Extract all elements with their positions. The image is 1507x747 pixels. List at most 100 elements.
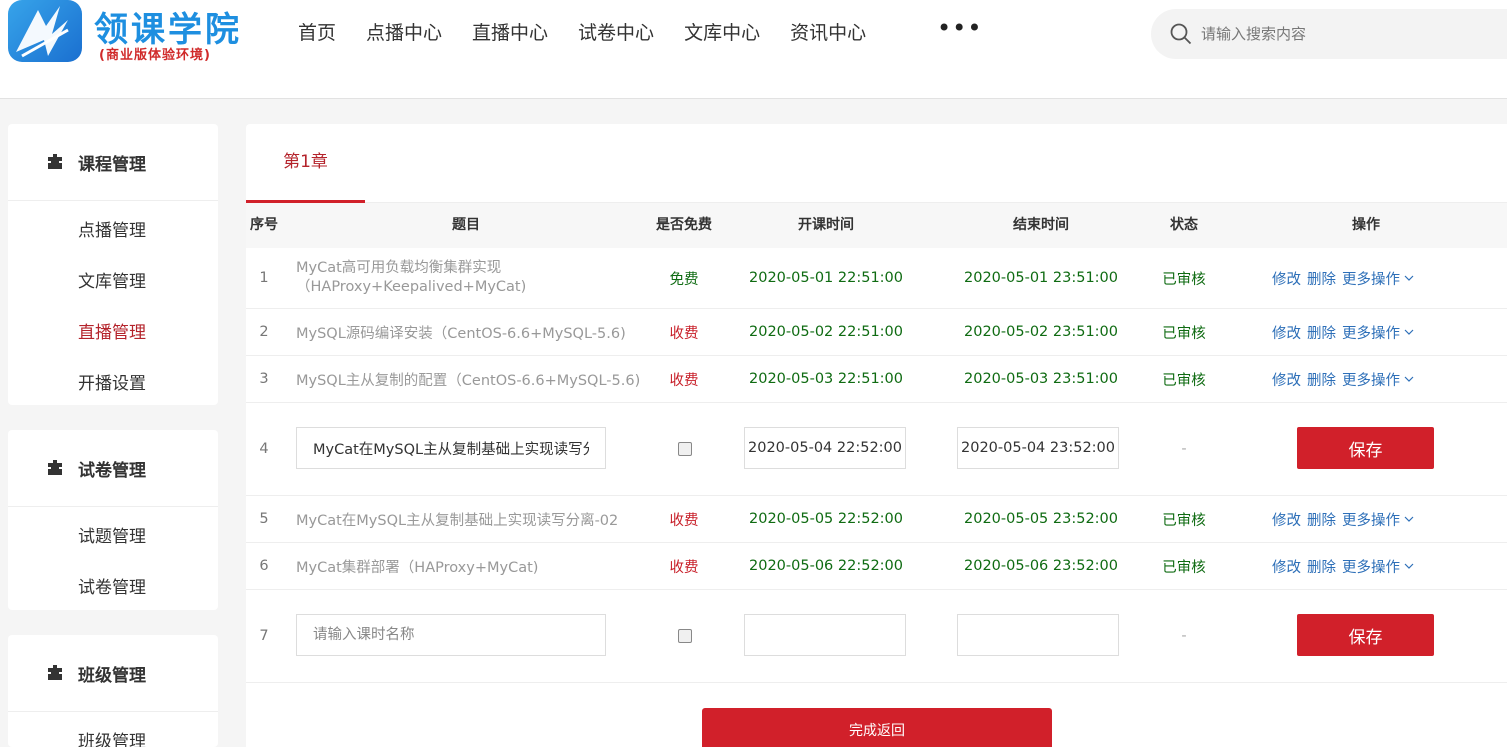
row-status: - [1181, 628, 1187, 644]
more-ops-link[interactable]: 更多操作 [1342, 369, 1400, 390]
table-header: 序号 题目 是否免费 开课时间 结束时间 状态 操作 [246, 203, 1507, 248]
edit-link[interactable]: 修改 [1272, 509, 1301, 530]
edit-link[interactable]: 修改 [1272, 369, 1301, 390]
row-free-badge: 收费 [669, 372, 699, 389]
search-input[interactable] [1201, 21, 1491, 47]
row-free-badge: 收费 [669, 512, 699, 529]
chapter-panel: 第1章 序号 题目 是否免费 开课时间 结束时间 状态 操作 1 MyCat高可… [246, 124, 1507, 747]
puzzle-icon [48, 154, 62, 169]
table-row: 6 MyCat集群部署（HAProxy+MyCat) 收费 2020-05-06… [246, 543, 1507, 590]
search-icon[interactable] [1170, 23, 1192, 45]
more-ops-link[interactable]: 更多操作 [1342, 322, 1400, 343]
delete-link[interactable]: 删除 [1307, 268, 1336, 289]
main-nav: 首页 点播中心 直播中心 试卷中心 文库中心 资讯中心 [298, 18, 896, 46]
row-index: 3 [259, 371, 269, 387]
tab-chapter-1[interactable]: 第1章 [246, 124, 365, 203]
delete-link[interactable]: 删除 [1307, 322, 1336, 343]
free-checkbox[interactable] [678, 442, 692, 456]
row-ops: 修改 删除 更多操作 [1256, 543, 1476, 589]
chevron-down-icon[interactable] [1404, 273, 1414, 283]
col-status: 状态 [1170, 217, 1198, 233]
nav-library[interactable]: 文库中心 [684, 18, 760, 46]
sidebar-head-course[interactable]: 课程管理 [8, 124, 218, 201]
table-row: 3 MySQL主从复制的配置（CentOS-6.6+MySQL-5.6) 收费 … [246, 356, 1507, 403]
sidebar-item-papers[interactable]: 试卷管理 [8, 560, 218, 611]
logo-subtitle: (商业版体验环境) [99, 48, 211, 63]
sidebar-item-live[interactable]: 直播管理 [8, 305, 218, 356]
row-status: 已审核 [1162, 372, 1206, 389]
col-start: 开课时间 [798, 217, 854, 233]
free-checkbox[interactable] [678, 629, 692, 643]
row-end-time: 2020-05-03 23:51:00 [964, 371, 1118, 387]
lesson-title-input[interactable] [296, 614, 606, 656]
puzzle-icon [48, 665, 62, 680]
row-ops: 修改 删除 更多操作 [1256, 356, 1476, 402]
more-ops-link[interactable]: 更多操作 [1342, 556, 1400, 577]
chevron-down-icon[interactable] [1404, 561, 1414, 571]
nav-vod[interactable]: 点播中心 [366, 18, 442, 46]
nav-news[interactable]: 资讯中心 [790, 18, 866, 46]
start-time-input[interactable] [744, 614, 906, 656]
sidebar-head-class[interactable]: 班级管理 [8, 635, 218, 712]
sidebar-exam-group: 试卷管理 试题管理 试卷管理 [8, 430, 218, 610]
row-end-time: 2020-05-06 23:52:00 [964, 558, 1118, 574]
nav-home[interactable]: 首页 [298, 18, 336, 46]
table-row: 5 MyCat在MySQL主从复制基础上实现读写分离-02 收费 2020-05… [246, 496, 1507, 543]
nav-exam[interactable]: 试卷中心 [578, 18, 654, 46]
edit-link[interactable]: 修改 [1272, 556, 1301, 577]
delete-link[interactable]: 删除 [1307, 556, 1336, 577]
row-index: 4 [259, 441, 269, 457]
sidebar-class-group: 班级管理 班级管理 [8, 635, 218, 747]
row-title: MyCat高可用负载均衡集群实现 （HAProxy+Keepalived+MyCa… [296, 248, 646, 308]
sidebar-item-questions[interactable]: 试题管理 [8, 509, 218, 560]
col-ops: 操作 [1352, 217, 1380, 233]
sidebar-item-classes[interactable]: 班级管理 [8, 714, 218, 747]
edit-link[interactable]: 修改 [1272, 268, 1301, 289]
sidebar-head-exam[interactable]: 试卷管理 [8, 430, 218, 507]
sidebar-head-label: 课程管理 [78, 154, 146, 175]
chevron-down-icon[interactable] [1404, 514, 1414, 524]
row-ops: 修改 删除 更多操作 [1256, 248, 1476, 308]
row-status: 已审核 [1162, 512, 1206, 529]
more-ops-link[interactable]: 更多操作 [1342, 268, 1400, 289]
table-row: 1 MyCat高可用负载均衡集群实现 （HAProxy+Keepalived+My… [246, 248, 1507, 309]
table-row-editing: 4 - 保存 [246, 403, 1507, 496]
row-title: MyCat集群部署（HAProxy+MyCat) [296, 559, 539, 576]
row-start-time: 2020-05-03 22:51:00 [749, 371, 903, 387]
finish-return-button[interactable]: 完成返回 [702, 708, 1052, 747]
row-start-time: 2020-05-01 22:51:00 [749, 270, 903, 286]
end-time-input[interactable] [957, 614, 1119, 656]
nav-more-icon[interactable]: ••• [937, 14, 982, 42]
more-ops-link[interactable]: 更多操作 [1342, 509, 1400, 530]
lesson-title-input[interactable] [296, 427, 606, 469]
row-start-time: 2020-05-06 22:52:00 [749, 558, 903, 574]
sidebar-item-library[interactable]: 文库管理 [8, 254, 218, 305]
save-button[interactable]: 保存 [1297, 427, 1434, 469]
row-ops: 修改 删除 更多操作 [1256, 496, 1476, 542]
row-start-time: 2020-05-02 22:51:00 [749, 324, 903, 340]
nav-live[interactable]: 直播中心 [472, 18, 548, 46]
puzzle-icon [48, 460, 62, 475]
col-index: 序号 [250, 217, 278, 233]
row-index: 2 [259, 324, 269, 340]
start-time-input[interactable] [744, 427, 906, 469]
save-button[interactable]: 保存 [1297, 614, 1434, 656]
table-row: 2 MySQL源码编译安装（CentOS-6.6+MySQL-5.6) 收费 2… [246, 309, 1507, 356]
delete-link[interactable]: 删除 [1307, 369, 1336, 390]
delete-link[interactable]: 删除 [1307, 509, 1336, 530]
row-index: 5 [259, 511, 269, 527]
col-free: 是否免费 [656, 217, 712, 233]
sidebar-head-label: 试卷管理 [78, 460, 146, 481]
sidebar-course-group: 课程管理 点播管理 文库管理 直播管理 开播设置 [8, 124, 218, 405]
edit-link[interactable]: 修改 [1272, 322, 1301, 343]
col-title: 题目 [452, 217, 480, 233]
row-start-time: 2020-05-05 22:52:00 [749, 511, 903, 527]
row-free-badge: 收费 [669, 325, 699, 342]
end-time-input[interactable] [957, 427, 1119, 469]
chevron-down-icon[interactable] [1404, 327, 1414, 337]
chevron-down-icon[interactable] [1404, 374, 1414, 384]
row-title-line: MyCat高可用负载均衡集群实现 [296, 260, 502, 276]
logo[interactable]: 领课学院 (商业版体验环境) [6, 0, 246, 66]
sidebar-item-vod[interactable]: 点播管理 [8, 203, 218, 254]
sidebar-item-broadcast-settings[interactable]: 开播设置 [8, 356, 218, 407]
